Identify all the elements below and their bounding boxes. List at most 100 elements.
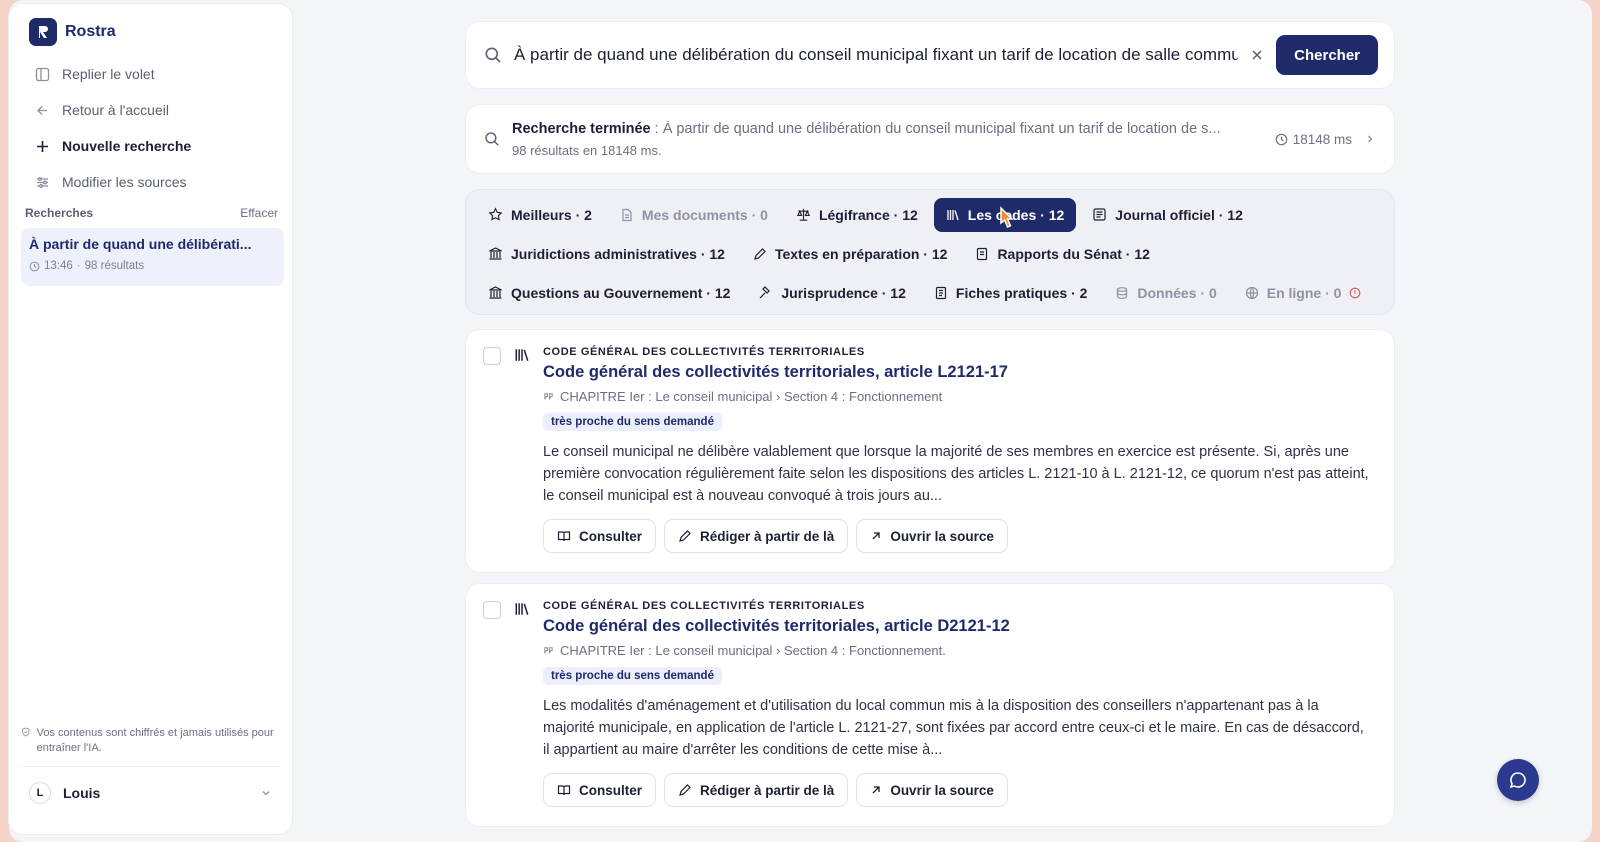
status-detail: 98 résultats en 18148 ms. bbox=[512, 142, 662, 158]
status-time: 18148 ms bbox=[1275, 132, 1352, 147]
avatar: L bbox=[29, 781, 51, 804]
result-path: CHAPITRE Ier : Le conseil municipal › Se… bbox=[543, 643, 1370, 658]
home-label: Retour à l'accueil bbox=[62, 102, 169, 118]
draft-button[interactable]: Rédiger à partir de là bbox=[664, 773, 849, 807]
history-item-title: À partir de quand une délibérati... bbox=[29, 236, 252, 252]
tab-label: Juridictions administratives · 12 bbox=[511, 245, 725, 262]
result-actions: Consulter Rédiger à partir de là Ouvrir … bbox=[543, 519, 1370, 553]
tab-rapports-du-senat[interactable]: Rapports du Sénat · 12 bbox=[963, 237, 1161, 271]
tab-juridictions-administratives[interactable]: Juridictions administratives · 12 bbox=[476, 237, 737, 271]
status-line: Recherche terminée : À partir de quand u… bbox=[512, 121, 1263, 137]
history-item-meta: 13:46 · 98 résultats bbox=[29, 260, 276, 272]
draft-label: Rédiger à partir de là bbox=[700, 782, 835, 798]
tab-mes-documents[interactable]: Mes documents · 0 bbox=[608, 198, 780, 232]
tab-meilleurs[interactable]: Meilleurs · 2 bbox=[476, 198, 604, 232]
result-excerpt: Les modalités d'aménagement et d'utilisa… bbox=[543, 698, 1364, 758]
search-input[interactable]: À partir de quand une délibération du co… bbox=[514, 45, 1238, 65]
draft-label: Rédiger à partir de là bbox=[700, 528, 835, 544]
tab-en-ligne[interactable]: En ligne · 0 bbox=[1233, 276, 1374, 310]
result-checkbox[interactable] bbox=[483, 601, 501, 619]
privacy-notice: Vos contenus sont chiffrés et jamais uti… bbox=[21, 726, 282, 756]
plus-icon bbox=[37, 140, 48, 152]
tab-jurisprudence[interactable]: Jurisprudence · 12 bbox=[746, 276, 918, 310]
tab-label: Questions au Gouvernement · 12 bbox=[511, 284, 731, 301]
tab-row: Questions au Gouvernement · 12 Jurisprud… bbox=[476, 273, 1384, 312]
edit-sources-button[interactable]: Modifier les sources bbox=[25, 164, 276, 200]
app-name: Rostra bbox=[65, 23, 116, 40]
result-body: CODE GÉNÉRAL DES COLLECTIVITÉS TERRITORI… bbox=[543, 600, 1370, 807]
clear-search-icon[interactable] bbox=[1250, 48, 1264, 62]
tab-textes-en-preparation[interactable]: Textes en préparation · 12 bbox=[741, 237, 959, 271]
status-duration: 18148 ms bbox=[1292, 131, 1352, 147]
consult-button[interactable]: Consulter bbox=[543, 519, 657, 553]
new-search-button[interactable]: Nouvelle recherche bbox=[25, 128, 276, 164]
sidebar-nav: Replier le volet Retour à l'accueil Nouv… bbox=[25, 56, 276, 200]
consult-label: Consulter bbox=[579, 782, 643, 798]
book-open-icon bbox=[557, 531, 571, 542]
tab-questions-au-gouvernement[interactable]: Questions au Gouvernement · 12 bbox=[476, 276, 742, 310]
result-card: CODE GÉNÉRAL DES COLLECTIVITÉS TERRITORI… bbox=[466, 584, 1394, 826]
quote-icon bbox=[544, 647, 553, 654]
result-path: CHAPITRE Ier : Le conseil municipal › Se… bbox=[543, 389, 1370, 404]
result-source: CODE GÉNÉRAL DES COLLECTIVITÉS TERRITORI… bbox=[543, 346, 865, 358]
globe-icon bbox=[1245, 286, 1258, 299]
search-button[interactable]: Chercher bbox=[1276, 35, 1378, 75]
tab-label: Textes en préparation · 12 bbox=[774, 245, 948, 262]
open-source-button[interactable]: Ouvrir la source bbox=[856, 773, 1008, 807]
collapse-label: Replier le volet bbox=[62, 66, 155, 82]
result-path-text: CHAPITRE Ier : Le conseil municipal › Se… bbox=[560, 389, 943, 404]
tab-fiches-pratiques[interactable]: Fiches pratiques · 2 bbox=[922, 276, 1099, 310]
landmark-icon bbox=[489, 247, 502, 260]
scale-icon bbox=[796, 208, 810, 221]
newspaper-icon bbox=[1093, 208, 1106, 221]
tab-label: En ligne · 0 bbox=[1266, 284, 1342, 301]
result-actions: Consulter Rédiger à partir de là Ouvrir … bbox=[543, 773, 1370, 807]
chat-bubble-icon bbox=[1509, 772, 1526, 789]
result-title[interactable]: Code général des collectivités territori… bbox=[543, 363, 1370, 382]
history-header: Recherches Effacer bbox=[25, 206, 278, 220]
clear-history-button[interactable]: Effacer bbox=[240, 206, 278, 220]
open-source-button[interactable]: Ouvrir la source bbox=[856, 519, 1008, 553]
draft-button[interactable]: Rédiger à partir de là bbox=[664, 519, 849, 553]
result-card: CODE GÉNÉRAL DES COLLECTIVITÉS TERRITORI… bbox=[466, 330, 1394, 572]
result-title[interactable]: Code général des collectivités territori… bbox=[543, 617, 1370, 636]
search-status[interactable]: Recherche terminée : À partir de quand u… bbox=[466, 105, 1394, 173]
pencil-icon bbox=[679, 784, 691, 796]
chat-launcher-button[interactable] bbox=[1497, 759, 1539, 801]
pencil-icon bbox=[754, 247, 766, 260]
tab-label: Jurisprudence · 12 bbox=[781, 284, 906, 301]
report-icon bbox=[977, 247, 988, 260]
source-tabs: Meilleurs · 2 Mes documents · 0 Légifran… bbox=[466, 190, 1394, 314]
tab-donnees[interactable]: Données · 0 bbox=[1103, 276, 1228, 310]
chevron-down-icon bbox=[262, 790, 270, 795]
brand[interactable]: Rostra bbox=[29, 18, 116, 46]
tab-journal-officiel[interactable]: Journal officiel · 12 bbox=[1080, 198, 1255, 232]
main-content: À partir de quand une délibération du co… bbox=[466, 22, 1394, 826]
collapse-panel-button[interactable]: Replier le volet bbox=[25, 56, 276, 92]
consult-label: Consulter bbox=[579, 528, 643, 544]
tab-label: Meilleurs · 2 bbox=[511, 206, 592, 223]
search-icon bbox=[485, 132, 499, 146]
library-icon bbox=[515, 349, 529, 361]
tab-label: Données · 0 bbox=[1137, 284, 1217, 301]
library-icon bbox=[515, 603, 529, 615]
history-item-time: 13:46 bbox=[44, 260, 73, 272]
consult-button[interactable]: Consulter bbox=[543, 773, 657, 807]
clock-icon bbox=[29, 261, 40, 271]
tab-legifrance[interactable]: Légifrance · 12 bbox=[784, 198, 930, 232]
result-excerpt: Le conseil municipal ne délibère valable… bbox=[543, 444, 1369, 504]
chevron-right-icon[interactable] bbox=[1364, 133, 1376, 145]
back-home-link[interactable]: Retour à l'accueil bbox=[25, 92, 276, 128]
library-icon bbox=[947, 209, 959, 220]
warning-icon bbox=[1350, 287, 1361, 298]
user-menu[interactable]: L Louis bbox=[21, 766, 280, 818]
notebook-icon bbox=[935, 286, 946, 299]
relevance-badge: très proche du sens demandé bbox=[543, 413, 722, 431]
tab-label: Journal officiel · 12 bbox=[1115, 206, 1243, 223]
result-checkbox[interactable] bbox=[483, 347, 501, 365]
sidebar: Rostra Replier le volet Retour à l'accue… bbox=[9, 4, 292, 834]
status-label: Recherche terminée bbox=[512, 120, 651, 137]
history-item[interactable]: À partir de quand une délibérati... 13:4… bbox=[21, 228, 284, 286]
tab-row: Meilleurs · 2 Mes documents · 0 Légifran… bbox=[476, 195, 1384, 234]
separator: · bbox=[76, 260, 81, 272]
